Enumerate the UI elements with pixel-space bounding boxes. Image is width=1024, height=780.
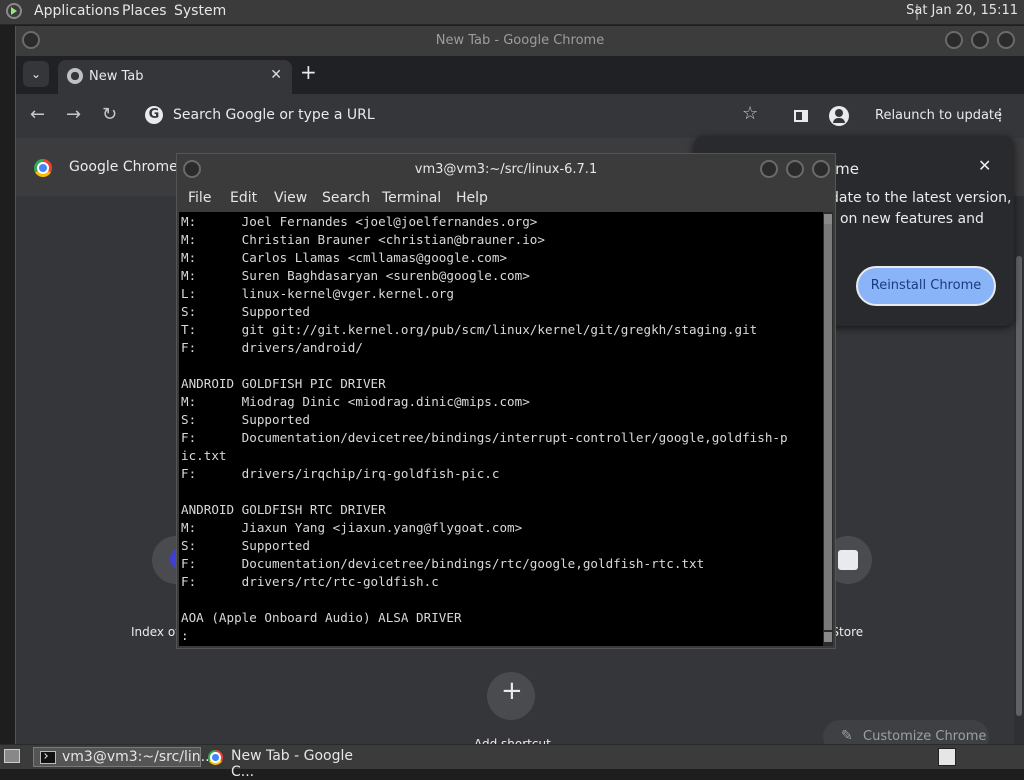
workspace-switcher[interactable] — [938, 748, 956, 766]
terminal-line: F: drivers/rtc/rtc-goldfish.c — [181, 574, 439, 589]
chrome-window-title: New Tab - Google Chrome — [435, 33, 605, 48]
taskbar-item-terminal[interactable]: vm3@vm3:~/src/lin... — [33, 747, 214, 767]
scrollbar-thumb[interactable] — [824, 224, 832, 630]
terminal-output[interactable]: M: Joel Fernandes <joel@joelfernandes.or… — [179, 212, 823, 646]
menu-search[interactable]: Search — [322, 190, 370, 206]
chrome-titlebar[interactable]: New Tab - Google Chrome — [16, 26, 1024, 56]
scroll-down-arrow-icon[interactable] — [824, 632, 832, 642]
terminal-line: F: drivers/android/ — [181, 340, 363, 355]
tab-close-icon[interactable]: ✕ — [270, 67, 282, 83]
chrome-menu-icon[interactable]: ⋮ — [992, 105, 1008, 124]
terminal-maximize-button[interactable] — [786, 160, 804, 178]
system-menu[interactable]: System — [174, 3, 226, 19]
terminal-close-button[interactable] — [812, 160, 830, 178]
taskbar-item-terminal-label: vm3@vm3:~/src/lin... — [62, 749, 214, 765]
close-button[interactable] — [997, 31, 1015, 49]
pencil-icon: ✎ — [841, 728, 853, 744]
terminal-line: F: Documentation/devicetree/bindings/rtc… — [181, 556, 705, 571]
customize-chrome-label: Customize Chrome — [863, 729, 987, 744]
taskbar-item-chrome[interactable]: New Tab - Google C... — [202, 747, 374, 780]
bubble-close-icon[interactable]: ✕ — [978, 156, 991, 175]
new-tab-button[interactable]: + — [300, 60, 317, 84]
terminal-minimize-button[interactable] — [760, 160, 778, 178]
terminal-title: vm3@vm3:~/src/linux-6.7.1 — [414, 162, 598, 177]
plus-icon: + — [501, 676, 523, 706]
profile-avatar-icon[interactable] — [829, 106, 849, 126]
chrome-icon — [208, 750, 223, 765]
reload-icon[interactable]: ↻ — [102, 104, 117, 125]
panel-clock[interactable]: Sat Jan 20, 15:11 — [906, 3, 1018, 18]
terminal-line: S: Supported — [181, 412, 310, 427]
relaunch-to-update-button[interactable]: Relaunch to update — [875, 108, 1002, 123]
terminal-menubar: File Edit View Search Terminal Help — [177, 186, 835, 212]
menu-terminal[interactable]: Terminal — [382, 190, 441, 206]
minimize-button[interactable] — [945, 31, 963, 49]
reinstall-chrome-button[interactable]: Reinstall Chrome — [856, 266, 996, 306]
terminal-line: AOA (Apple Onboard Audio) ALSA DRIVER — [181, 610, 462, 625]
omnibox-input[interactable]: Search Google or type a URL — [173, 107, 375, 123]
add-shortcut-button[interactable]: + — [487, 672, 535, 720]
bookmark-star-icon[interactable]: ☆ — [742, 103, 758, 124]
side-panel-icon[interactable] — [794, 110, 808, 122]
terminal-line: M: Joel Fernandes <joel@joelfernandes.or… — [181, 214, 538, 229]
terminal-line: F: Documentation/devicetree/bindings/int… — [181, 430, 788, 445]
terminal-line: M: Jiaxun Yang <jiaxun.yang@flygoat.com> — [181, 520, 523, 535]
terminal-line: S: Supported — [181, 304, 310, 319]
terminal-line: : — [181, 628, 189, 643]
terminal-line: M: Carlos Llamas <cmllamas@google.com> — [181, 250, 508, 265]
terminal-line: M: Miodrag Dinic <miodrag.dinic@mips.com… — [181, 394, 530, 409]
web-store-icon — [838, 550, 858, 570]
terminal-line: ic.txt — [181, 448, 227, 463]
scroll-up-arrow-icon[interactable] — [824, 214, 832, 224]
terminal-line: M: Christian Brauner <christian@brauner.… — [181, 232, 545, 247]
terminal-icon — [40, 751, 56, 764]
chevron-down-icon: ⌄ — [30, 67, 42, 81]
maximize-button[interactable] — [971, 31, 989, 49]
update-bubble-body-2: t on new features and — [830, 211, 984, 227]
chrome-favicon-icon — [67, 68, 83, 84]
window-menu-button[interactable] — [22, 31, 40, 49]
chrome-toolbar: ← → ↻ G Search Google or type a URL ☆ Re… — [16, 94, 1024, 138]
terminal-scrollbar[interactable] — [823, 212, 833, 646]
tab-search-button[interactable]: ⌄ — [23, 61, 49, 87]
menu-view[interactable]: View — [274, 190, 307, 206]
show-desktop-icon[interactable] — [4, 749, 20, 763]
forward-icon[interactable]: → — [66, 104, 81, 125]
page-scrollbar[interactable] — [1014, 196, 1024, 744]
bottom-taskbar: vm3@vm3:~/src/lin... New Tab - Google C.… — [0, 744, 1024, 780]
chrome-logo-icon — [34, 159, 52, 177]
applications-menu[interactable]: Applications — [34, 3, 120, 19]
terminal-line: M: Suren Baghdasaryan <surenb@google.com… — [181, 268, 530, 283]
terminal-line: L: linux-kernel@vger.kernel.org — [181, 286, 454, 301]
back-icon[interactable]: ← — [30, 104, 45, 125]
terminal-line: F: drivers/irqchip/irq-goldfish-pic.c — [181, 466, 500, 481]
shortcut-label-left[interactable]: Index of — [131, 625, 179, 639]
tab-strip: ⌄ New Tab ✕ + — [16, 56, 1024, 94]
terminal-titlebar[interactable]: vm3@vm3:~/src/linux-6.7.1 — [177, 154, 835, 186]
tab-title: New Tab — [89, 69, 144, 84]
menu-edit[interactable]: Edit — [230, 190, 257, 206]
terminal-line: S: Supported — [181, 538, 310, 553]
terminal-window-menu-button[interactable] — [183, 160, 201, 178]
terminal-window: vm3@vm3:~/src/linux-6.7.1 File Edit View… — [176, 153, 836, 649]
terminal-line: ANDROID GOLDFISH PIC DRIVER — [181, 376, 386, 391]
top-panel: Applications Places System Sat Jan 20, 1… — [0, 0, 1024, 25]
taskbar-item-chrome-label: New Tab - Google C... — [231, 748, 354, 780]
tab-new-tab[interactable]: New Tab ✕ — [58, 60, 292, 94]
places-menu[interactable]: Places — [122, 3, 167, 19]
terminal-line: T: git git://git.kernel.org/pub/scm/linu… — [181, 322, 758, 337]
update-bubble-body-1: date to the latest version, — [830, 190, 1012, 206]
distro-logo-icon[interactable] — [6, 3, 22, 19]
terminal-line: ANDROID GOLDFISH RTC DRIVER — [181, 502, 386, 517]
menu-help[interactable]: Help — [456, 190, 488, 206]
menu-file[interactable]: File — [188, 190, 211, 206]
infobar-text: Google Chrome is — [69, 159, 194, 175]
google-g-icon: G — [145, 106, 163, 124]
